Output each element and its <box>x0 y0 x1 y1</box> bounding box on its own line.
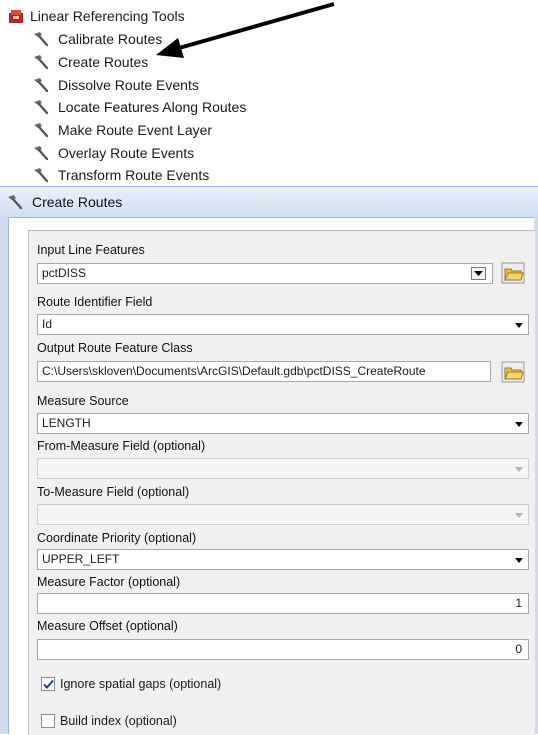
ignore-spatial-gaps-label: Ignore spatial gaps (optional) <box>60 677 222 691</box>
toolbox-icon <box>9 10 23 23</box>
tool-label: Create Routes <box>58 54 149 70</box>
hammer-icon <box>34 146 49 161</box>
dialog-titlebar[interactable]: Create Routes <box>0 186 538 218</box>
tool-item-create-routes[interactable]: Create Routes <box>32 52 148 72</box>
measure-source-value: LENGTH <box>42 416 91 430</box>
tool-label: Transform Route Events <box>58 167 210 183</box>
from-measure-field-select[interactable] <box>37 458 529 479</box>
coordinate-priority-label: Coordinate Priority (optional) <box>37 531 197 545</box>
measure-source-label: Measure Source <box>37 394 129 408</box>
measure-offset-input[interactable]: 0 <box>37 639 529 660</box>
route-identifier-field-label: Route Identifier Field <box>37 295 153 309</box>
input-line-features-combo[interactable]: pctDISS <box>37 263 493 284</box>
measure-source-select[interactable]: LENGTH <box>37 413 529 434</box>
hammer-icon <box>34 78 49 93</box>
pointer-arrow-icon <box>156 2 335 58</box>
chevron-down-icon <box>515 422 523 427</box>
coordinate-priority-select[interactable]: UPPER_LEFT <box>37 549 529 570</box>
hammer-icon <box>34 32 49 47</box>
measure-factor-label: Measure Factor (optional) <box>37 575 181 589</box>
build-index-checkbox[interactable] <box>41 714 55 728</box>
ignore-spatial-gaps-option[interactable]: Ignore spatial gaps (optional) <box>41 677 221 691</box>
to-measure-field-label: To-Measure Field (optional) <box>37 485 190 499</box>
dialog-frame-left <box>0 217 9 734</box>
create-routes-dialog: Create Routes Input Line Features pctDIS… <box>0 186 538 735</box>
hammer-icon <box>34 55 49 70</box>
ignore-spatial-gaps-checkbox[interactable] <box>41 677 55 691</box>
tool-label: Make Route Event Layer <box>58 122 213 138</box>
output-route-feature-class-value: C:\Users\skloven\Documents\ArcGIS\Defaul… <box>42 364 426 378</box>
tool-label: Calibrate Routes <box>58 31 163 47</box>
hammer-icon <box>8 195 23 210</box>
tool-label: Locate Features Along Routes <box>58 99 247 115</box>
tool-item-calibrate-routes[interactable]: Calibrate Routes <box>32 29 162 49</box>
tool-item-dissolve-route-events[interactable]: Dissolve Route Events <box>32 75 199 95</box>
hammer-icon <box>34 100 49 115</box>
input-line-features-label: Input Line Features <box>37 243 145 257</box>
build-index-label: Build index (optional) <box>60 714 177 728</box>
chevron-down-icon <box>515 323 523 328</box>
build-index-option[interactable]: Build index (optional) <box>41 714 177 728</box>
output-route-feature-class-label: Output Route Feature Class <box>37 341 193 355</box>
toolbox-tree: Linear Referencing Tools Calibrate Route… <box>0 0 538 184</box>
chevron-down-icon <box>515 467 523 472</box>
measure-factor-input[interactable]: 1 <box>37 593 529 614</box>
output-route-feature-class-input[interactable]: C:\Users\skloven\Documents\ArcGIS\Defaul… <box>37 361 491 382</box>
tool-label: Overlay Route Events <box>58 145 195 161</box>
measure-offset-label: Measure Offset (optional) <box>37 619 178 633</box>
browse-input-folder-icon[interactable] <box>501 262 525 284</box>
tool-label: Dissolve Route Events <box>58 77 199 93</box>
hammer-icon <box>34 123 49 138</box>
tool-item-overlay-route-events[interactable]: Overlay Route Events <box>32 143 194 163</box>
from-measure-field-label: From-Measure Field (optional) <box>37 439 206 453</box>
tool-item-transform-route-events[interactable]: Transform Route Events <box>32 165 209 185</box>
input-line-features-value: pctDISS <box>42 266 87 280</box>
input-line-features-dropdown-button[interactable] <box>471 267 486 280</box>
to-measure-field-select[interactable] <box>37 504 529 525</box>
parameters-panel: Input Line Features pctDISS Route Identi… <box>28 230 535 735</box>
route-identifier-field-value: Id <box>42 317 53 331</box>
chevron-down-icon <box>474 271 483 276</box>
chevron-down-icon <box>515 558 523 563</box>
coordinate-priority-value: UPPER_LEFT <box>42 552 120 566</box>
chevron-down-icon <box>515 513 523 518</box>
route-identifier-field-select[interactable]: Id <box>37 314 529 335</box>
tool-item-make-route-event-layer[interactable]: Make Route Event Layer <box>32 120 212 140</box>
browse-output-folder-icon[interactable] <box>501 361 525 383</box>
hammer-icon <box>34 168 49 183</box>
checkmark-icon <box>43 679 54 689</box>
tool-item-locate-features-along-routes[interactable]: Locate Features Along Routes <box>32 97 246 117</box>
dialog-title: Create Routes <box>32 194 123 210</box>
